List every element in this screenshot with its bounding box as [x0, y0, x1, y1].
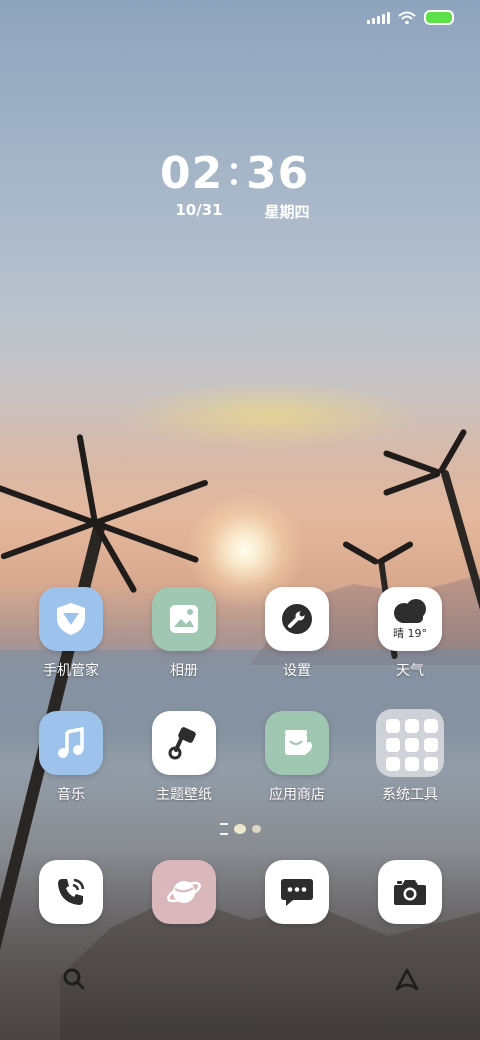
clock-date: 10/31	[175, 201, 223, 219]
app-music[interactable]: 音乐	[16, 711, 126, 804]
dock-phone[interactable]	[16, 860, 126, 924]
clock-minute: 36	[246, 148, 310, 199]
page-dot	[252, 825, 261, 833]
clock-colon	[222, 162, 246, 185]
phone-icon	[39, 860, 103, 924]
palm-frond	[0, 482, 97, 526]
palm-frond	[376, 540, 415, 566]
battery-icon	[424, 10, 454, 25]
clock-hour: 02	[160, 148, 224, 199]
page-indicator[interactable]	[220, 823, 261, 835]
palm-frond	[382, 470, 442, 497]
palm-frond	[341, 540, 380, 566]
folder-icon	[376, 709, 444, 777]
clock-widget[interactable]: 02 36 10/31 星期四	[160, 148, 322, 222]
app-themes[interactable]: 主题壁纸	[129, 711, 239, 804]
palm-frond	[76, 433, 98, 524]
clock-weekday: 星期四	[264, 203, 310, 221]
shield-icon	[39, 587, 103, 651]
theme-icon	[152, 711, 216, 775]
gallery-icon	[152, 587, 216, 651]
app-store[interactable]: 应用商店	[242, 711, 352, 804]
app-label: 设置	[283, 663, 311, 679]
dock-camera[interactable]	[355, 860, 465, 924]
wrench-icon	[265, 587, 329, 651]
app-label: 应用商店	[269, 787, 325, 803]
page-dot-active	[234, 824, 246, 834]
app-label: 相册	[170, 663, 198, 679]
home-icon[interactable]	[392, 965, 422, 995]
app-label: 手机管家	[43, 663, 99, 679]
camera-icon	[378, 860, 442, 924]
list-indicator	[220, 823, 228, 835]
messages-icon	[265, 860, 329, 924]
app-label: 主题壁纸	[156, 787, 212, 803]
app-weather[interactable]: 晴 19° 天气	[355, 587, 465, 680]
app-phone-manager[interactable]: 手机管家	[16, 587, 126, 680]
app-label: 音乐	[57, 787, 85, 803]
store-icon	[265, 711, 329, 775]
status-bar	[367, 10, 454, 25]
app-folder-system-tools[interactable]: 系统工具	[355, 709, 465, 804]
dock-messages[interactable]	[242, 860, 352, 924]
weather-text: 晴 19°	[393, 626, 427, 640]
palm-frond	[93, 479, 209, 526]
weather-icon: 晴 19°	[378, 587, 442, 651]
palm-frond	[437, 428, 468, 475]
browser-icon	[152, 860, 216, 924]
music-icon	[39, 711, 103, 775]
wifi-icon	[398, 11, 416, 24]
search-icon[interactable]	[60, 965, 90, 995]
app-settings[interactable]: 设置	[242, 587, 352, 680]
app-gallery[interactable]: 相册	[129, 587, 239, 680]
app-label: 系统工具	[382, 787, 438, 803]
dock-browser[interactable]	[129, 860, 239, 924]
sky-glow	[120, 380, 420, 450]
signal-icon	[367, 11, 390, 24]
app-label: 天气	[396, 663, 424, 679]
palm-frond	[0, 520, 97, 561]
